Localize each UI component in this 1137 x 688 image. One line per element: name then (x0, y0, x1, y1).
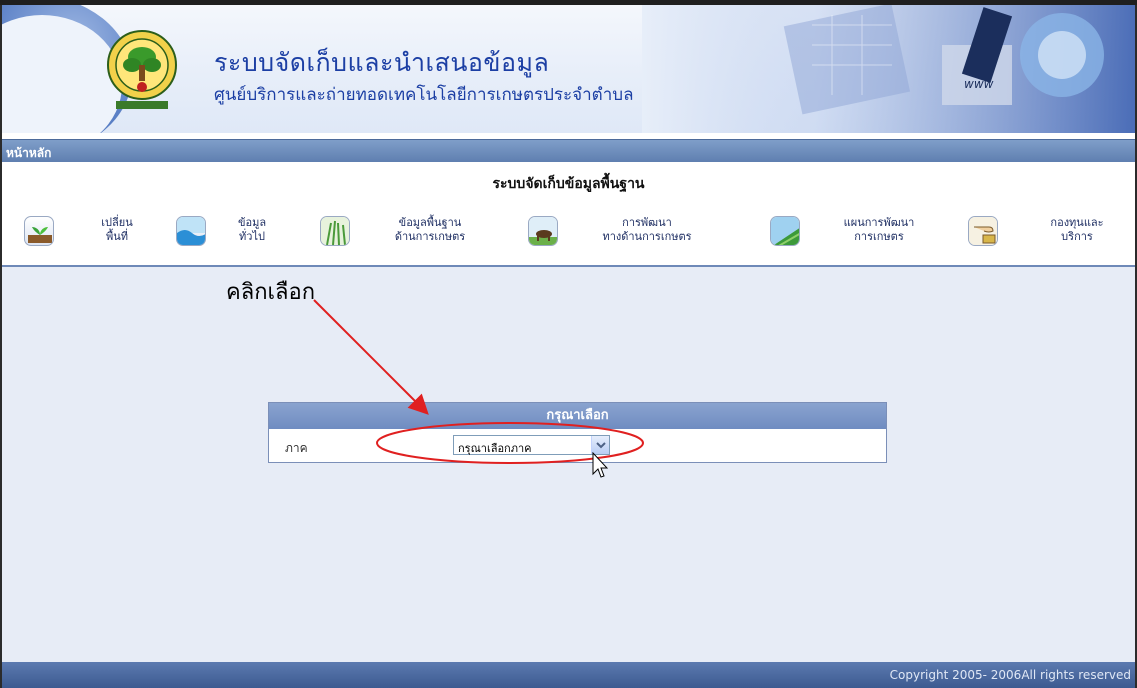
site-banner: www ระบบจัดเก็บและนำเสนอข้อมูล ศูนย์บริก… (2, 5, 1135, 133)
home-bar: หน้าหลัก (2, 139, 1135, 162)
panel-title: กรุณาเลือก (269, 403, 886, 429)
region-row: ภาค กรุณาเลือกภาค (269, 429, 886, 462)
region-label: ภาค (285, 441, 308, 455)
nav-item-general-info[interactable]: ข้อมูล ทั่วไป (230, 216, 274, 244)
water-icon[interactable] (176, 216, 206, 246)
nav-item-agri-development[interactable]: การพัฒนา ทางด้านการเกษตร (582, 216, 712, 244)
mouse-cursor-icon (592, 452, 608, 478)
banner-www-text: www (964, 77, 994, 91)
nav-item-agri-plan[interactable]: แผนการพัฒนา การเกษตร (824, 216, 934, 244)
content-area (2, 267, 1135, 662)
nav-item-funds-services[interactable]: กองทุนและ บริการ (1042, 216, 1112, 244)
home-link[interactable]: หน้าหลัก (6, 144, 51, 163)
main-nav: เปลี่ยน พื้นที่ ข้อมูล ทั่วไป ข้อมูลพื้น… (2, 202, 1135, 264)
site-subtitle: ศูนย์บริการและถ่ายทอดเทคโนโลยีการเกษตรปร… (214, 85, 634, 105)
nav-item-change-area[interactable]: เปลี่ยน พื้นที่ (92, 216, 142, 244)
page-footer: Copyright 2005- 2006All rights reserved (2, 662, 1135, 688)
field-icon[interactable] (770, 216, 800, 246)
section-title: ระบบจัดเก็บข้อมูลพื้นฐาน (492, 176, 645, 192)
copyright-text: Copyright 2005- 2006All rights reserved (889, 668, 1131, 682)
region-select[interactable]: กรุณาเลือกภาค (453, 435, 610, 455)
banner-collage-art: www (642, 5, 1135, 133)
nav-item-agri-base-data[interactable]: ข้อมูลพื้นฐาน ด้านการเกษตร (374, 216, 486, 244)
site-title: ระบบจัดเก็บและนำเสนอข้อมูล (214, 48, 550, 77)
selection-panel: กรุณาเลือก ภาค กรุณาเลือกภาค (268, 402, 887, 463)
money-hand-icon[interactable] (968, 216, 998, 246)
region-select-value: กรุณาเลือกภาค (458, 442, 532, 455)
buffalo-icon[interactable] (528, 216, 558, 246)
agency-logo (107, 30, 177, 109)
seedling-icon[interactable] (24, 216, 54, 246)
rice-plant-icon[interactable] (320, 216, 350, 246)
annotation-click-select: คลิกเลือก (226, 280, 316, 305)
